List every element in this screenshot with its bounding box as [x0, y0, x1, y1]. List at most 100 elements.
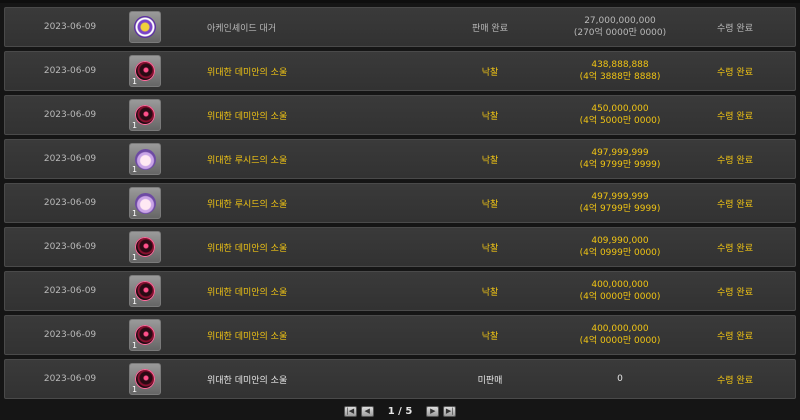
- demian-soul-icon: [135, 105, 155, 125]
- item-icon-frame[interactable]: 1: [129, 319, 161, 351]
- history-row[interactable]: 2023-06-09 1 위대한 데미안의 소울 낙찰 438,888,888 …: [4, 51, 796, 91]
- top-divider: [0, 0, 800, 3]
- price: 497,999,999 (4억 9799만 9999): [545, 184, 695, 222]
- row-date: 2023-06-09: [43, 22, 97, 32]
- item-icon-frame[interactable]: 1: [129, 99, 161, 131]
- last-page-icon[interactable]: ▶|: [443, 405, 457, 417]
- receive-status: 수령 완료: [717, 199, 753, 210]
- row-date: 2023-06-09: [43, 242, 97, 252]
- item-count: 1: [132, 209, 138, 218]
- price-number: 438,888,888: [591, 60, 649, 70]
- item-count: 1: [132, 385, 138, 394]
- history-row[interactable]: 2023-06-09 1 위대한 루시드의 소울 낙찰 497,999,999 …: [4, 139, 796, 179]
- price-number: 409,990,000: [591, 236, 649, 246]
- price-number: 27,000,000,000: [584, 16, 656, 26]
- page-indicator: 1 / 5: [388, 406, 413, 417]
- history-row[interactable]: 2023-06-09 1 위대한 데미안의 소울 낙찰 400,000,000 …: [4, 315, 796, 355]
- price-korean: (4억 9799만 9999): [579, 204, 661, 214]
- row-date: 2023-06-09: [43, 110, 97, 120]
- demian-soul-icon: [135, 325, 155, 345]
- item-name: 위대한 루시드의 소울: [207, 155, 288, 166]
- price-number: 497,999,999: [591, 148, 649, 158]
- total-pages: 5: [405, 405, 413, 417]
- receive-status: 수령 완료: [717, 67, 753, 78]
- price: 27,000,000,000 (270억 0000만 0000): [545, 8, 695, 46]
- item-icon-frame[interactable]: 1: [129, 143, 161, 175]
- row-date: 2023-06-09: [43, 286, 97, 296]
- page-separator: /: [398, 405, 402, 417]
- history-row[interactable]: 2023-06-09 아케인셰이드 대거 판매 완료 27,000,000,00…: [4, 7, 796, 47]
- item-count: 1: [132, 77, 138, 86]
- price: 497,999,999 (4억 9799만 9999): [545, 140, 695, 178]
- demian-soul-icon: [135, 61, 155, 81]
- price: 409,990,000 (4억 0999만 0000): [545, 228, 695, 266]
- demian-soul-icon: [135, 281, 155, 301]
- price-korean: (4억 0999만 0000): [579, 248, 661, 258]
- item-icon-frame[interactable]: 1: [129, 363, 161, 395]
- row-date: 2023-06-09: [43, 66, 97, 76]
- item-name: 위대한 루시드의 소울: [207, 199, 288, 210]
- row-date: 2023-06-09: [43, 198, 97, 208]
- item-name: 위대한 데미안의 소울: [207, 111, 288, 122]
- receive-status: 수령 완료: [717, 155, 753, 166]
- price: 400,000,000 (4억 0000만 0000): [545, 316, 695, 354]
- item-name: 아케인셰이드 대거: [207, 23, 277, 34]
- price-number: 400,000,000: [591, 280, 649, 290]
- row-date: 2023-06-09: [43, 154, 97, 164]
- item-name: 위대한 데미안의 소울: [207, 243, 288, 254]
- history-row[interactable]: 2023-06-09 1 위대한 데미안의 소울 낙찰 450,000,000 …: [4, 95, 796, 135]
- trade-status: 낙찰: [481, 155, 499, 166]
- item-name: 위대한 데미안의 소울: [207, 331, 288, 342]
- trade-status: 낙찰: [481, 111, 499, 122]
- item-icon-frame[interactable]: 1: [129, 55, 161, 87]
- receive-status: 수령 완료: [717, 331, 753, 342]
- first-page-icon[interactable]: |◀: [343, 405, 357, 417]
- price-korean: (4억 3888만 8888): [579, 72, 661, 82]
- price-number: 497,999,999: [591, 192, 649, 202]
- item-icon-frame[interactable]: [129, 11, 161, 43]
- history-row[interactable]: 2023-06-09 1 위대한 루시드의 소울 낙찰 497,999,999 …: [4, 183, 796, 223]
- item-icon-frame[interactable]: 1: [129, 231, 161, 263]
- receive-status: 수령 완료: [717, 243, 753, 254]
- price-korean: (4억 9799만 9999): [579, 160, 661, 170]
- item-name: 위대한 데미안의 소울: [207, 375, 288, 386]
- price-number: 450,000,000: [591, 104, 649, 114]
- price-korean: (270억 0000만 0000): [573, 28, 667, 38]
- item-name: 위대한 데미안의 소울: [207, 67, 288, 78]
- item-count: 1: [132, 253, 138, 262]
- price-korean: (4억 0000만 0000): [579, 336, 661, 346]
- trade-status: 낙찰: [481, 243, 499, 254]
- price: 438,888,888 (4억 3888만 8888): [545, 52, 695, 90]
- trade-status: 낙찰: [481, 67, 499, 78]
- item-count: 1: [132, 121, 138, 130]
- trade-status: 낙찰: [481, 287, 499, 298]
- item-count: 1: [132, 165, 138, 174]
- row-date: 2023-06-09: [43, 374, 97, 384]
- demian-soul-icon: [135, 237, 155, 257]
- item-icon-frame[interactable]: 1: [129, 187, 161, 219]
- receive-status: 수령 완료: [717, 23, 753, 34]
- current-page: 1: [387, 405, 395, 417]
- price-number: 0: [617, 374, 623, 384]
- receive-status: 수령 완료: [717, 287, 753, 298]
- history-row[interactable]: 2023-06-09 1 위대한 데미안의 소울 미판매 0 수령 완료: [4, 359, 796, 399]
- next-page-icon[interactable]: ▶: [426, 405, 440, 417]
- item-count: 1: [132, 341, 138, 350]
- price: 400,000,000 (4억 0000만 0000): [545, 272, 695, 310]
- receive-status: 수령 완료: [717, 375, 753, 386]
- price-number: 400,000,000: [591, 324, 649, 334]
- trade-status: 낙찰: [481, 331, 499, 342]
- price-korean: (4억 0000만 0000): [579, 292, 661, 302]
- item-icon-frame[interactable]: 1: [129, 275, 161, 307]
- lucid-soul-icon: [135, 149, 156, 170]
- item-name: 위대한 데미안의 소울: [207, 287, 288, 298]
- history-row[interactable]: 2023-06-09 1 위대한 데미안의 소울 낙찰 400,000,000 …: [4, 271, 796, 311]
- trade-status: 판매 완료: [472, 23, 508, 34]
- trade-status: 낙찰: [481, 199, 499, 210]
- trade-status: 미판매: [477, 375, 503, 386]
- lucid-soul-icon: [135, 193, 156, 214]
- prev-page-icon[interactable]: ◀: [360, 405, 374, 417]
- history-row[interactable]: 2023-06-09 1 위대한 데미안의 소울 낙찰 409,990,000 …: [4, 227, 796, 267]
- price: 0: [545, 360, 695, 398]
- pagination: |◀ ◀ 1 / 5 ▶ ▶|: [0, 403, 800, 419]
